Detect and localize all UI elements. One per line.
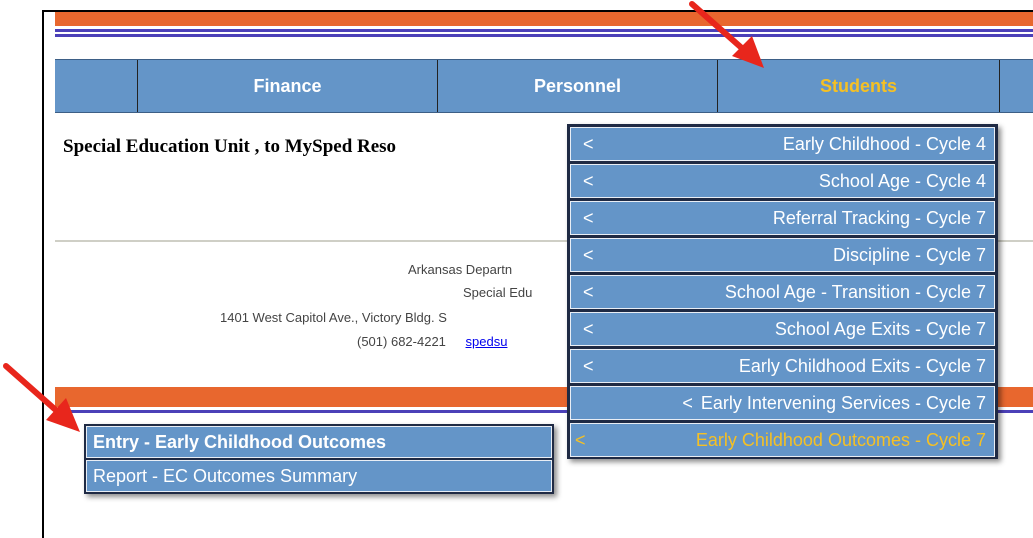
menu-item-early-childhood-cycle-4[interactable]: < Early Childhood - Cycle 4 xyxy=(570,127,995,161)
footer-phone: (501) 682-4221 spedsu xyxy=(357,334,507,349)
submenu-indicator: < xyxy=(583,170,594,191)
menu-item-referral-tracking-cycle-7[interactable]: < Referral Tracking - Cycle 7 xyxy=(570,201,995,235)
menu-item-label: Early Intervening Services - Cycle 7 xyxy=(700,392,986,413)
submenu-indicator: < xyxy=(583,281,594,302)
menu-item-early-childhood-outcomes-cycle-7[interactable]: < Early Childhood Outcomes - Cycle 7 xyxy=(570,423,995,457)
menu-item-label: Referral Tracking - Cycle 7 xyxy=(772,207,986,228)
footer-phone-text: (501) 682-4221 xyxy=(357,334,446,349)
menu-item-label: Early Childhood Outcomes - Cycle 7 xyxy=(695,429,986,450)
footer-line-1: Arkansas Departn xyxy=(408,262,513,277)
main-nav: Finance Personnel Students xyxy=(55,59,1033,113)
menu-item-label: Early Childhood Exits - Cycle 7 xyxy=(738,355,986,376)
submenu-indicator: < xyxy=(682,392,693,413)
nav-item-finance[interactable]: Finance xyxy=(138,60,438,112)
menu-item-early-childhood-exits-cycle-7[interactable]: < Early Childhood Exits - Cycle 7 xyxy=(570,349,995,383)
footer-line-2: Special Edu xyxy=(463,285,533,300)
menu-item-school-age-exits-cycle-7[interactable]: < School Age Exits - Cycle 7 xyxy=(570,312,995,346)
menu-item-label: School Age - Cycle 4 xyxy=(818,170,986,191)
page-frame-left xyxy=(42,10,44,538)
menu-item-school-age-transition-cycle-7[interactable]: < School Age - Transition - Cycle 7 xyxy=(570,275,995,309)
menu-item-label: Discipline - Cycle 7 xyxy=(832,244,986,265)
menu-item-discipline-cycle-7[interactable]: < Discipline - Cycle 7 xyxy=(570,238,995,272)
nav-item-personnel[interactable]: Personnel xyxy=(438,60,718,112)
submenu-indicator: < xyxy=(583,207,594,228)
footer-email-link[interactable]: spedsu xyxy=(466,334,508,349)
outcomes-submenu: Entry - Early Childhood Outcomes Report … xyxy=(84,424,554,494)
header-stripe-blue xyxy=(55,29,1033,32)
nav-item-blank[interactable] xyxy=(55,60,138,112)
menu-item-label: School Age - Transition - Cycle 7 xyxy=(724,281,986,302)
submenu-indicator: < xyxy=(583,244,594,265)
submenu-item-entry-early-childhood-outcomes[interactable]: Entry - Early Childhood Outcomes xyxy=(86,426,552,458)
students-dropdown-menu: < Early Childhood - Cycle 4 < School Age… xyxy=(567,124,998,459)
footer-line-3: 1401 West Capitol Ave., Victory Bldg. S xyxy=(220,310,447,325)
submenu-indicator: < xyxy=(575,429,586,450)
header-stripe-orange xyxy=(55,12,1033,26)
page-heading: Special Education Unit , to MySped Reso xyxy=(63,136,397,157)
header-stripe-blue-2 xyxy=(55,34,1033,37)
submenu-item-report-ec-outcomes-summary[interactable]: Report - EC Outcomes Summary xyxy=(86,460,552,492)
menu-item-label: School Age Exits - Cycle 7 xyxy=(774,318,986,339)
submenu-indicator: < xyxy=(583,318,594,339)
nav-item-more[interactable] xyxy=(1000,60,1033,112)
submenu-indicator: < xyxy=(583,355,594,376)
menu-item-early-intervening-services-cycle-7[interactable]: < Early Intervening Services - Cycle 7 xyxy=(570,386,995,420)
menu-item-label: Early Childhood - Cycle 4 xyxy=(782,133,986,154)
red-arrow-icon xyxy=(689,1,764,68)
menu-item-school-age-cycle-4[interactable]: < School Age - Cycle 4 xyxy=(570,164,995,198)
submenu-indicator: < xyxy=(583,133,594,154)
red-arrow-icon xyxy=(3,363,80,432)
